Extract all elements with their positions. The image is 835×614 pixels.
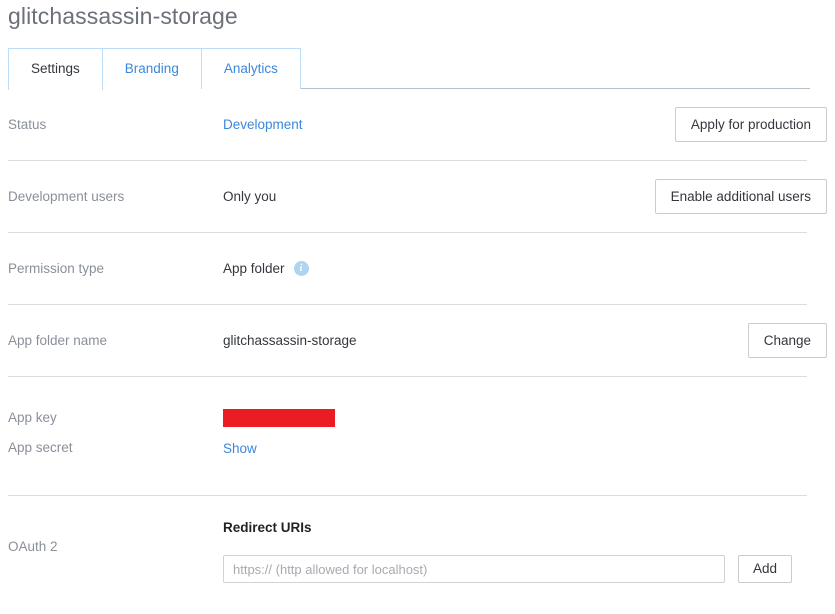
tab-analytics[interactable]: Analytics — [201, 48, 301, 89]
row-app-secret-label: App secret — [8, 440, 73, 455]
oauth2-body: Redirect URIs Add — [223, 520, 827, 583]
row-app-folder-name-value: glitchassassin-storage — [223, 333, 357, 348]
tab-branding[interactable]: Branding — [102, 48, 202, 89]
row-app-key: App key — [8, 377, 827, 433]
row-development-users: Development users Only you Enable additi… — [0, 161, 835, 232]
row-oauth2: OAuth 2 Redirect URIs Add — [0, 496, 835, 583]
row-permission-type: Permission type App folder i — [0, 233, 835, 304]
redirect-uri-input[interactable] — [223, 555, 725, 583]
redirect-uris-heading: Redirect URIs — [223, 520, 312, 535]
row-status-label: Status — [8, 117, 47, 132]
row-app-secret: App secret Show — [8, 433, 827, 495]
row-app-key-value — [223, 409, 827, 427]
row-development-users-action: Enable additional users — [654, 178, 827, 215]
row-status-value: Development — [223, 117, 675, 132]
settings-rows: Status Development Apply for production … — [0, 89, 835, 583]
row-app-key-label: App key — [8, 410, 57, 425]
add-redirect-uri-button[interactable]: Add — [738, 555, 793, 583]
row-status-action: Apply for production — [674, 106, 827, 143]
row-development-users-label: Development users — [8, 189, 125, 204]
page-title: glitchassassin-storage — [8, 3, 238, 29]
change-app-folder-name-button[interactable]: Change — [747, 322, 827, 359]
apply-for-production-button[interactable]: Apply for production — [674, 106, 827, 143]
info-icon[interactable]: i — [293, 261, 309, 276]
row-development-users-value: Only you — [223, 189, 277, 204]
row-app-folder-name-action: Change — [747, 322, 827, 359]
tab-strip: Settings Branding Analytics — [8, 48, 810, 90]
redirect-uri-input-group: Add — [223, 555, 827, 583]
app-key-redacted-bar — [223, 409, 335, 427]
row-app-credentials: App key App secret Show — [0, 377, 835, 495]
status-development-link[interactable]: Development — [223, 117, 303, 132]
row-app-folder-name-label: App folder name — [8, 333, 108, 348]
row-app-secret-value: Show — [223, 441, 827, 456]
enable-additional-users-button[interactable]: Enable additional users — [654, 178, 827, 215]
row-permission-type-value: App folder i — [223, 261, 827, 276]
tab-settings[interactable]: Settings — [8, 48, 103, 90]
row-permission-type-label: Permission type — [8, 261, 105, 276]
row-oauth2-label: OAuth 2 — [8, 539, 58, 554]
row-app-folder-name: App folder name glitchassassin-storage C… — [0, 305, 835, 376]
permission-type-text: App folder — [223, 261, 285, 276]
show-app-secret-link[interactable]: Show — [223, 441, 257, 456]
row-status: Status Development Apply for production — [0, 89, 835, 160]
